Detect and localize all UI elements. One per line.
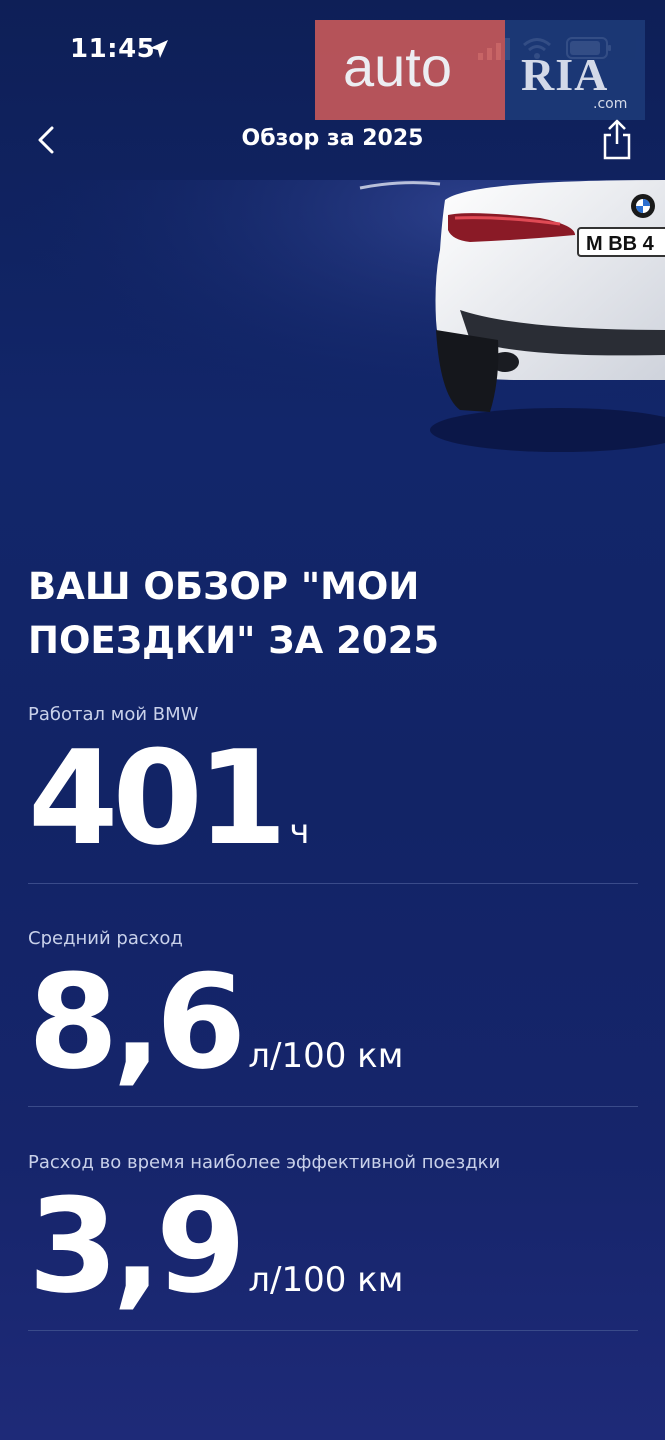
autoria-watermark: auto RIA .com [315,20,645,120]
review-headline: ВАШ ОБЗОР "МОИ ПОЕЗДКИ" ЗА 2025 [28,565,440,662]
divider [28,883,638,884]
divider [28,1330,638,1331]
stat-value: 3,9 [28,1170,246,1322]
car-illustration: M BB 4 [0,180,665,480]
watermark-ria-text: RIA [521,49,609,100]
nav-title: Обзор за 2025 [241,126,424,151]
status-time: 11:45 [70,34,156,64]
watermark-auto-text: auto [343,35,452,98]
location-arrow-icon [150,40,168,58]
stat-average-consumption: Средний расход 8,6 л/100 км [28,928,638,1087]
stat-unit: л/100 км [248,1260,404,1300]
stat-operating-hours: Работал мой BMW 401 ч [28,704,638,863]
stat-value: 8,6 [28,946,246,1098]
watermark-auto-block: auto [315,20,505,120]
watermark-com-text: .com [593,96,628,112]
watermark-ria-block: RIA .com [505,20,645,120]
stat-best-trip-consumption: Расход во время наиболее эффективной пое… [28,1152,638,1311]
stat-value: 401 [28,722,287,874]
share-icon[interactable] [596,118,638,162]
stat-unit: ч [289,812,310,852]
divider [28,1106,638,1107]
car-hero-image: M BB 4 [0,180,665,480]
license-plate-text: M BB 4 [586,233,655,255]
stat-unit: л/100 км [248,1036,404,1076]
